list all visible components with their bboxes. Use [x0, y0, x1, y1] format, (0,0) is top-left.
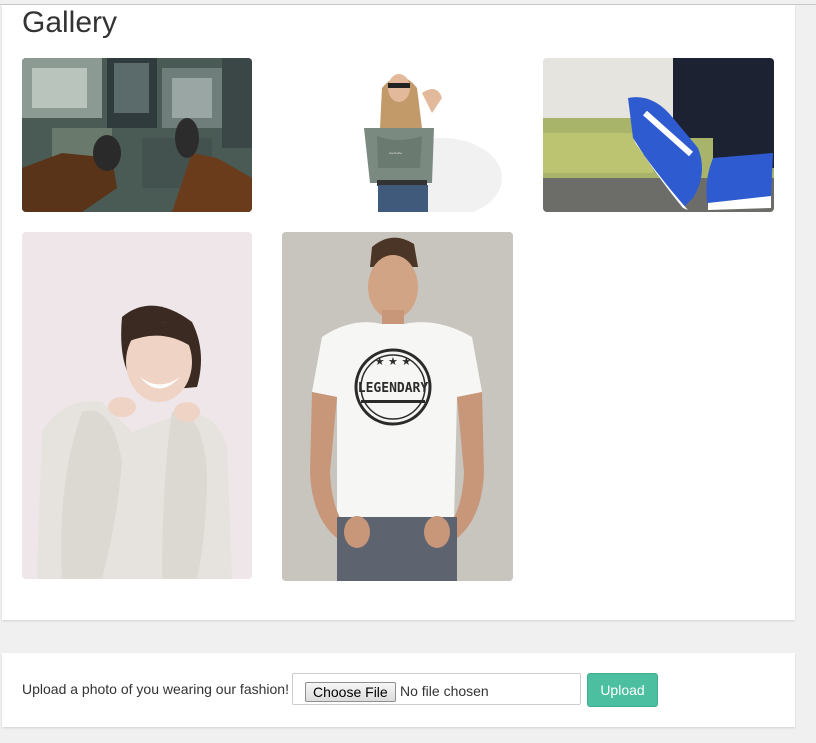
svg-text:★ ★ ★: ★ ★ ★ — [375, 355, 412, 368]
upload-section: Upload a photo of you wearing our fashio… — [2, 653, 795, 727]
photo-woman-sunglasses-tshirt[interactable]: ~~~ — [282, 58, 513, 212]
photo-man-legendary-tshirt[interactable]: ★ ★ ★ LEGENDARY — [282, 232, 513, 581]
photo-blue-sneakers[interactable] — [543, 58, 774, 212]
upload-button[interactable]: Upload — [587, 673, 658, 707]
gallery-section: Gallery ~~~ ★ ★ ★ LEGENDARY — [2, 5, 795, 620]
upload-label: Upload a photo of you wearing our fashio… — [22, 681, 289, 697]
svg-text:~~~: ~~~ — [389, 149, 403, 158]
choose-file-button[interactable]: Choose File — [305, 682, 396, 702]
shirt-print-text: LEGENDARY — [358, 381, 429, 396]
photo-feet-over-city[interactable] — [22, 58, 252, 212]
file-input[interactable]: Choose File No file chosen — [292, 673, 581, 705]
photo-smiling-woman-sweater[interactable] — [22, 232, 252, 579]
gallery-title: Gallery — [22, 6, 118, 39]
file-status-text: No file chosen — [400, 683, 489, 699]
